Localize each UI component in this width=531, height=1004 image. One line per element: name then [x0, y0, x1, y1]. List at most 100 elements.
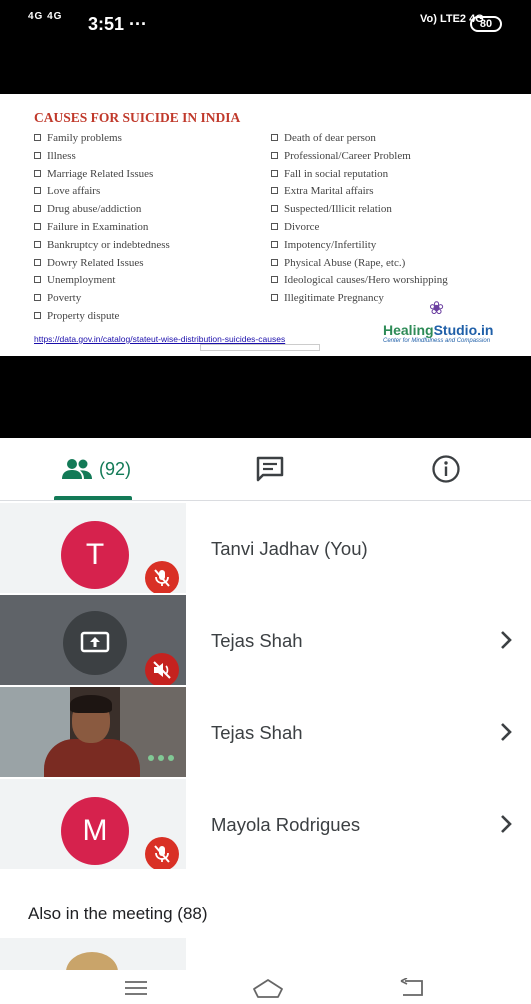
slide-item: Physical Abuse (Rape, etc.)	[271, 257, 448, 275]
slide-item: Professional/Career Problem	[271, 150, 448, 168]
checkbox-icon	[34, 222, 41, 230]
slide-title: CAUSES FOR SUICIDE IN INDIA	[34, 110, 241, 125]
status-bar: 4G 4G 3:51 ··· Vo) LTE2 4G 80	[0, 0, 531, 50]
checkbox-icon	[271, 151, 278, 159]
slide-item: Ideological causes/Hero worshipping	[271, 274, 448, 292]
time-text: 3:51	[88, 14, 125, 34]
signal-icon: 4G 4G	[28, 11, 63, 22]
chat-icon	[256, 456, 284, 482]
back-icon[interactable]	[392, 974, 432, 1002]
also-in-meeting-heading: Also in the meeting (88)	[28, 904, 208, 923]
chevron-right-icon[interactable]	[494, 720, 518, 744]
slide-item: Unemployment	[34, 274, 170, 292]
active-tab-indicator	[54, 496, 132, 500]
slide-mini-bar	[200, 344, 320, 351]
participant-name: Tanvi Jadhav (You)	[211, 538, 368, 559]
checkbox-icon	[34, 187, 41, 195]
battery-icon: 80	[470, 16, 502, 32]
checkbox-icon	[271, 169, 278, 177]
participant-row[interactable]: T Tanvi Jadhav (You)	[0, 503, 531, 595]
video-person-hair	[70, 695, 112, 713]
meeting-tabs: (92)	[0, 438, 531, 501]
speaking-indicator-icon	[148, 755, 174, 761]
tab-chat[interactable]	[240, 438, 300, 500]
participant-video	[0, 687, 186, 777]
checkbox-icon	[34, 169, 41, 177]
participant-name: Mayola Rodrigues	[211, 814, 361, 835]
logo-tagline: Center for Mindfulness and Compassion	[383, 338, 491, 344]
checkbox-icon	[271, 240, 278, 248]
people-count: (92)	[98, 458, 131, 479]
logo-wordmark: HealingStudio.in	[383, 322, 494, 338]
menu-icon[interactable]	[116, 974, 156, 1002]
slide-left-list: Family problems Illness Marriage Related…	[34, 132, 170, 328]
checkbox-icon	[271, 187, 278, 195]
healing-studio-logo: ❀ HealingStudio.in Center for Mindfulnes…	[383, 298, 518, 346]
slide-item: Dowry Related Issues	[34, 257, 170, 275]
slide-item: Property dispute	[34, 310, 170, 328]
home-icon[interactable]	[248, 974, 288, 1002]
checkbox-icon	[271, 294, 278, 302]
slide-item: Divorce	[271, 221, 448, 239]
slide-item: Extra Marital affairs	[271, 185, 448, 203]
participant-name: Tejas Shah	[211, 722, 303, 743]
checkbox-icon	[271, 134, 278, 141]
slide-item: Illness	[34, 150, 170, 168]
slide-item: Failure in Examination	[34, 221, 170, 239]
checkbox-icon	[34, 240, 41, 248]
slide-item: Impotency/Infertility	[271, 239, 448, 257]
participant-tile	[0, 595, 186, 685]
participant-name: Tejas Shah	[211, 630, 303, 651]
participant-tile: T	[0, 503, 186, 593]
present-screen-icon	[80, 631, 110, 653]
shared-slide[interactable]: CAUSES FOR SUICIDE IN INDIA Family probl…	[0, 94, 531, 356]
chevron-right-icon[interactable]	[494, 628, 518, 652]
checkbox-icon	[34, 258, 41, 266]
volume-off-icon	[145, 653, 179, 685]
slide-item: Drug abuse/addiction	[34, 203, 170, 221]
checkbox-icon	[34, 151, 41, 159]
slide-item: Death of dear person	[271, 132, 448, 150]
checkbox-icon	[271, 276, 278, 284]
people-icon	[61, 459, 92, 479]
slide-item: Fall in social reputation	[271, 168, 448, 186]
slide-item: Bankruptcy or indebtedness	[34, 239, 170, 257]
notification-dots: ···	[129, 14, 148, 34]
presentation-letterbox-bottom	[0, 356, 531, 438]
checkbox-icon	[271, 258, 278, 266]
source-link[interactable]: https://data.gov.in/catalog/stateut-wise…	[34, 334, 285, 344]
tree-icon: ❀	[429, 298, 445, 318]
mic-off-icon	[145, 561, 179, 593]
tab-people[interactable]: (92)	[46, 438, 146, 500]
participant-row[interactable]: Tejas Shah	[0, 687, 531, 779]
slide-item: Marriage Related Issues	[34, 168, 170, 186]
slide-item: Love affairs	[34, 185, 170, 203]
presentation-letterbox-top	[0, 50, 531, 94]
checkbox-icon	[34, 311, 41, 319]
slide-item: Poverty	[34, 292, 170, 310]
info-icon	[432, 455, 460, 483]
participant-tile[interactable]	[0, 938, 186, 972]
avatar	[66, 952, 118, 972]
slide-item: Family problems	[34, 132, 170, 150]
participant-tile: M	[0, 779, 186, 869]
checkbox-icon	[271, 205, 278, 213]
clock: 3:51 ···	[88, 14, 147, 35]
checkbox-icon	[34, 205, 41, 213]
participant-row[interactable]: Tejas Shah	[0, 595, 531, 687]
checkbox-icon	[34, 134, 41, 141]
chevron-right-icon[interactable]	[494, 812, 518, 836]
checkbox-icon	[271, 222, 278, 230]
participant-row[interactable]: M Mayola Rodrigues	[0, 779, 531, 871]
video-person-body	[44, 739, 140, 777]
slide-item: Suspected/Illicit relation	[271, 203, 448, 221]
avatar: T	[61, 521, 129, 589]
slide-right-list: Death of dear person Professional/Career…	[271, 132, 448, 310]
avatar: M	[61, 797, 129, 865]
mic-off-icon	[145, 837, 179, 869]
checkbox-icon	[34, 276, 41, 284]
tab-info[interactable]	[416, 438, 476, 500]
system-nav-bar	[0, 970, 531, 1004]
presenting-avatar	[63, 611, 127, 675]
checkbox-icon	[34, 294, 41, 302]
